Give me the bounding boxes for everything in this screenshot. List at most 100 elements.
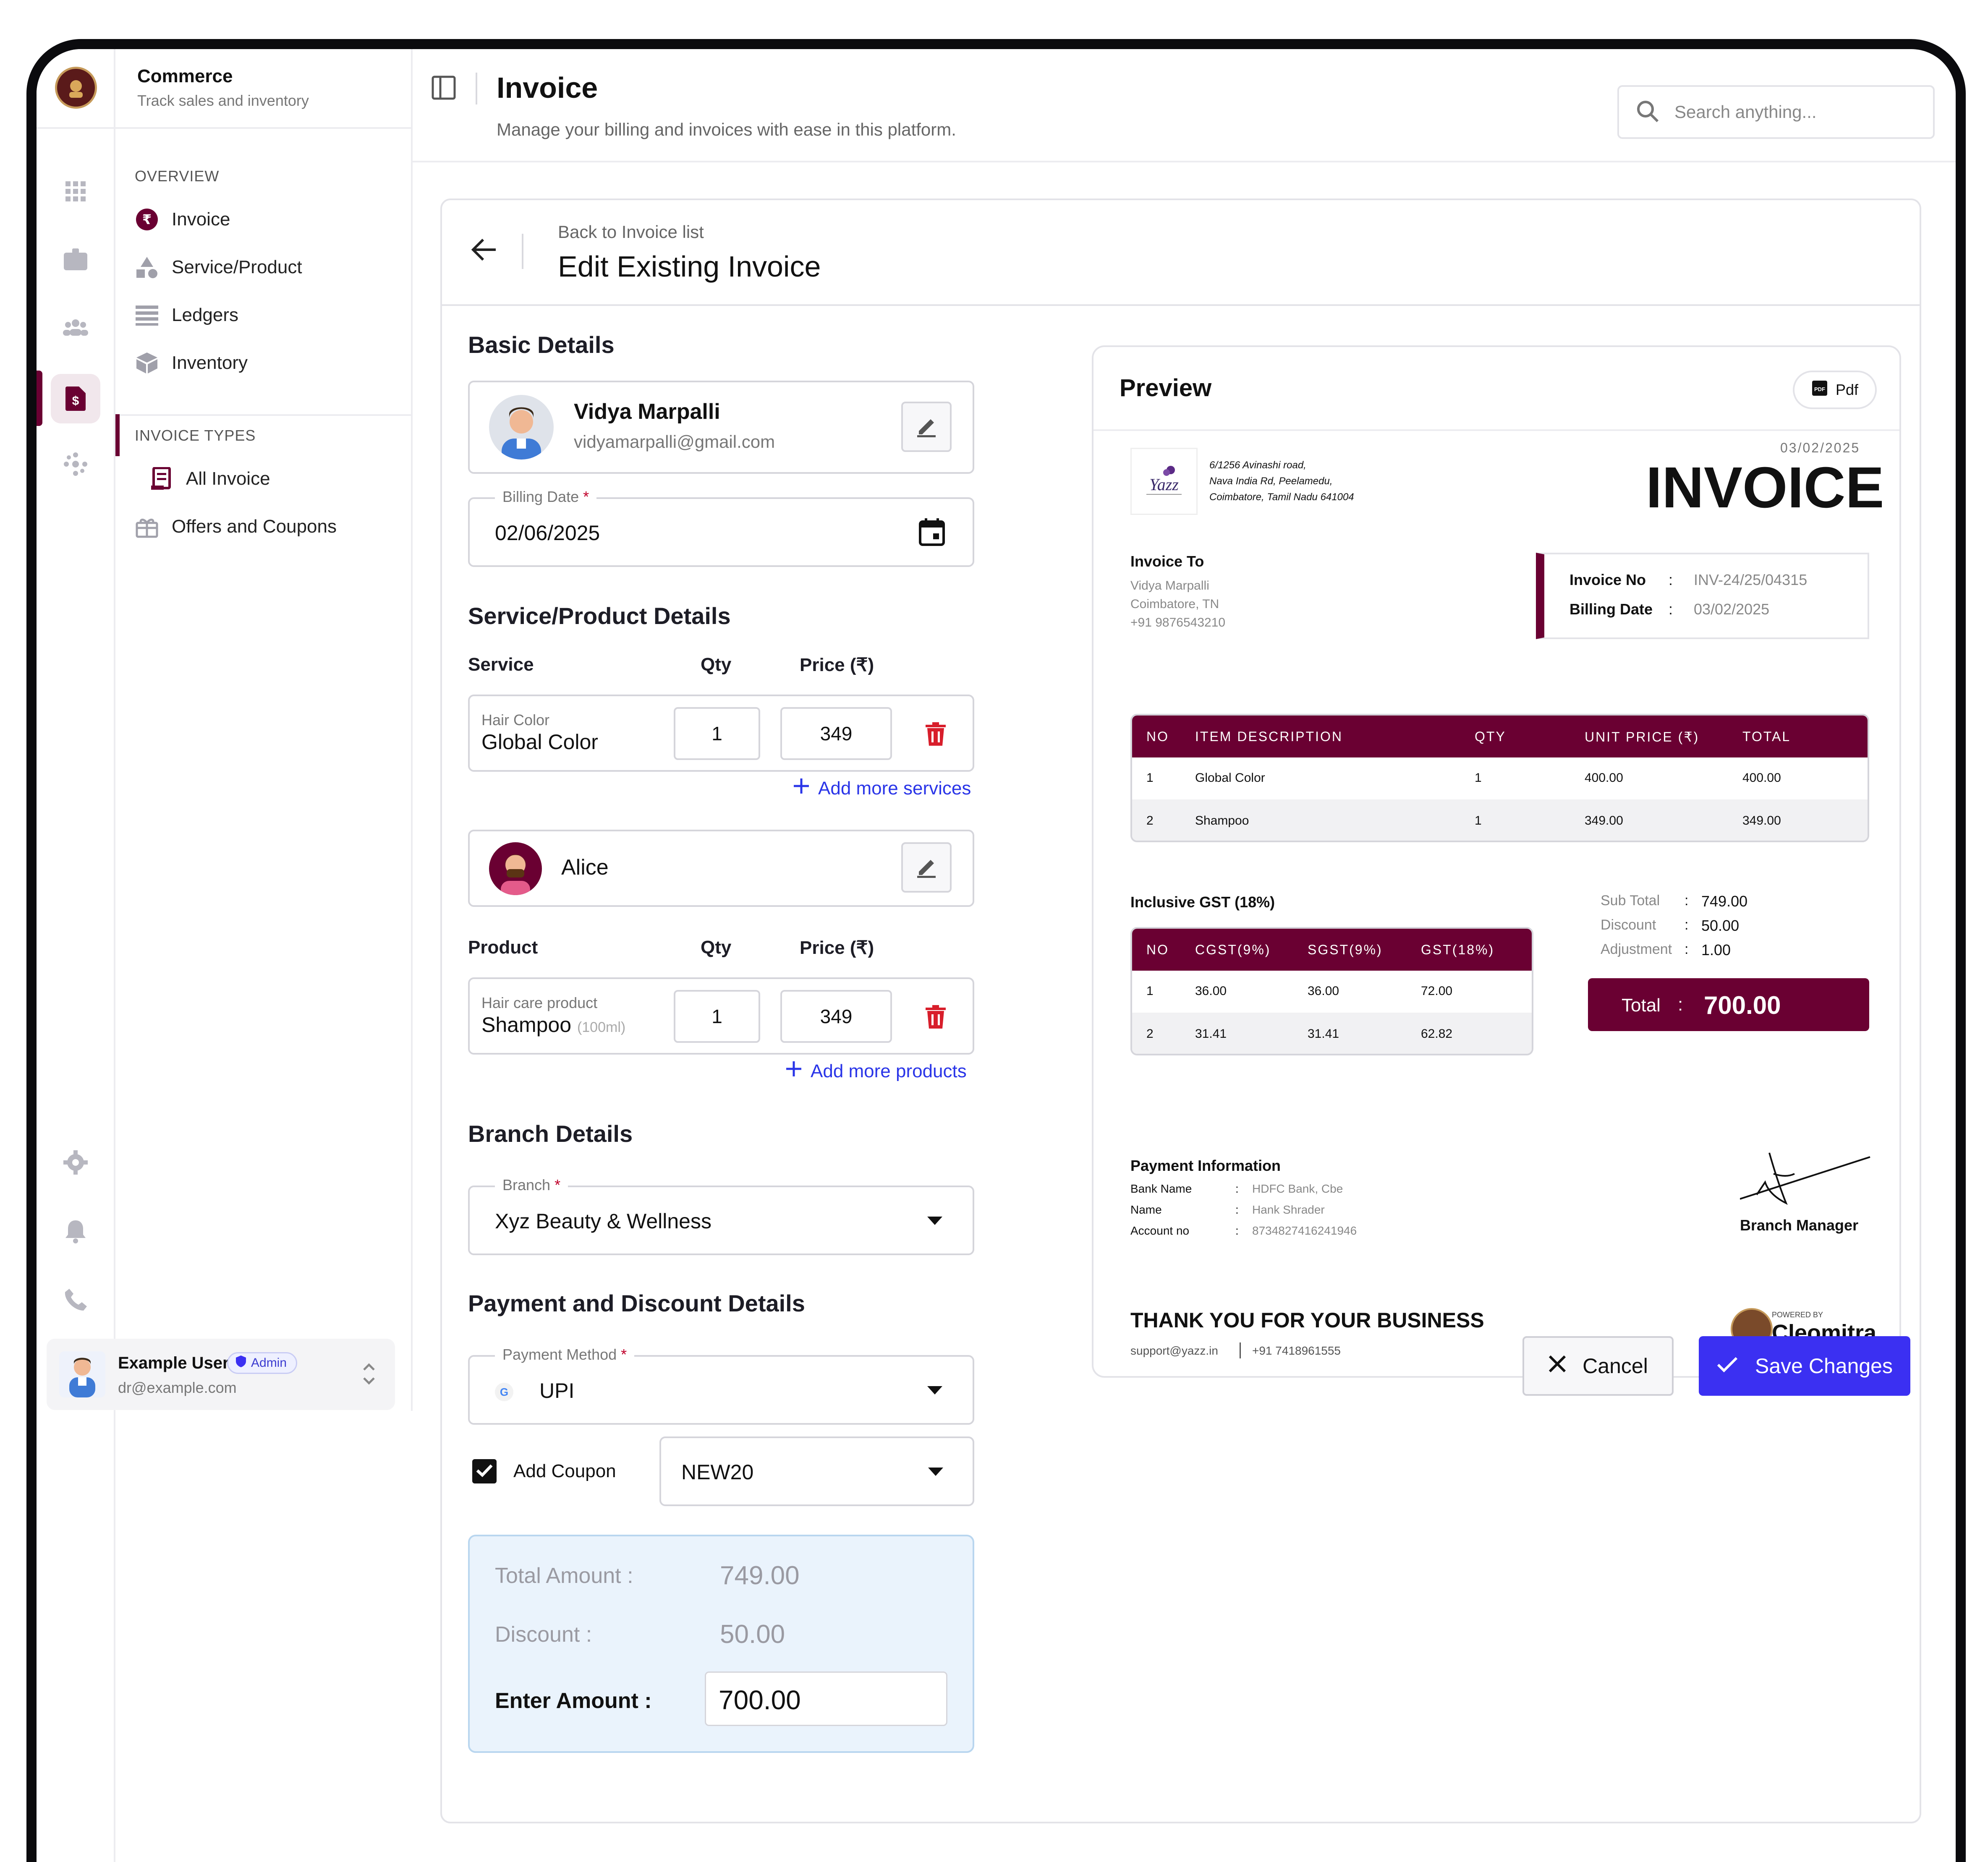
thank-you-text: THANK YOU FOR YOUR BUSINESS	[1130, 1308, 1484, 1332]
phone-icon[interactable]	[62, 1285, 89, 1313]
add-more-products-link[interactable]: Add more products	[785, 1060, 967, 1082]
product-price-input[interactable]: 349	[780, 990, 892, 1043]
service-col-header: Service	[468, 654, 534, 675]
delete-service-icon[interactable]	[923, 721, 948, 747]
gst-table: NO CGST(9%) SGST(9%) GST(18%) 1 36.00 36…	[1130, 927, 1533, 1055]
product-col-header: Product	[468, 937, 538, 958]
total-banner: Total : 700.00	[1588, 978, 1869, 1031]
customer-email: vidyamarpalli@gmail.com	[574, 432, 775, 452]
service-qty-input[interactable]: 1	[674, 707, 760, 760]
search-box[interactable]	[1617, 85, 1935, 139]
table-row: 1 Global Color 1 400.00 400.00	[1146, 771, 1781, 785]
payment-method-select[interactable]: Payment Method * G UPI	[468, 1346, 974, 1425]
edit-invoice-card: Back to Invoice list Edit Existing Invoi…	[440, 198, 1921, 1823]
company-address-line-3: Coimbatore, Tamil Nadu 641004	[1209, 491, 1354, 503]
app-shell: $ Commerce Track sales and inventory OVE…	[37, 49, 1956, 1862]
rupee-icon: ₹	[135, 207, 159, 232]
branch-details-heading: Branch Details	[468, 1120, 633, 1147]
product-qty-input[interactable]: 1	[674, 990, 760, 1043]
customer-avatar	[489, 395, 554, 460]
plus-icon	[785, 1060, 802, 1082]
types-active-indicator	[115, 414, 120, 456]
svg-text:₹: ₹	[142, 212, 152, 227]
add-more-services-link[interactable]: Add more services	[793, 778, 971, 799]
briefcase-icon[interactable]	[62, 245, 89, 273]
pdf-icon: PDF	[1811, 380, 1828, 400]
sidebar-item-label: Service/Product	[172, 257, 302, 277]
payment-method-value: UPI	[539, 1379, 575, 1402]
top-header: Invoice Manage your billing and invoices…	[413, 49, 1956, 162]
dashboard-icon[interactable]	[62, 178, 89, 205]
invoice-to-label: Invoice To	[1130, 553, 1204, 570]
invoice-types-label: INVOICE TYPES	[135, 427, 256, 444]
box-icon	[135, 351, 159, 375]
role-label: Admin	[251, 1356, 287, 1370]
coupon-select[interactable]: NEW20	[659, 1436, 974, 1506]
back-link[interactable]: Back to Invoice list	[558, 222, 704, 242]
table-row: 2 31.41 31.41 62.82	[1132, 1013, 1532, 1054]
add-coupon-checkbox[interactable]	[472, 1459, 497, 1483]
delete-product-icon[interactable]	[923, 1004, 948, 1029]
basic-details-heading: Basic Details	[468, 332, 615, 358]
network-icon[interactable]	[62, 450, 89, 478]
billing-date-value: 02/06/2025	[495, 521, 600, 545]
customer-card: Vidya Marpalli vidyamarpalli@gmail.com	[468, 381, 974, 474]
table-row: 1 36.00 36.00 72.00	[1146, 984, 1453, 998]
invoice-to-phone: +91 9876543210	[1130, 616, 1226, 629]
search-input[interactable]	[1674, 102, 1909, 123]
branch-select[interactable]: Branch * Xyz Beauty & Wellness	[468, 1176, 974, 1255]
total-amount-label: Total Amount :	[495, 1564, 633, 1588]
product-price-col-header: Price (₹)	[800, 938, 874, 958]
total-value: 700.00	[1704, 991, 1781, 1019]
chevron-updown-icon[interactable]	[361, 1357, 377, 1393]
service-price-input[interactable]: 349	[780, 707, 892, 760]
shapes-icon	[135, 255, 159, 279]
sidebar-item-service-product[interactable]: Service/Product	[135, 251, 302, 284]
payment-info-title: Payment Information	[1130, 1157, 1281, 1174]
staff-name: Alice	[561, 855, 609, 880]
qty-col-header: Qty	[701, 654, 732, 675]
product-size: (100ml)	[577, 1019, 626, 1035]
sidebar-item-inventory[interactable]: Inventory	[135, 346, 248, 380]
edit-customer-button[interactable]	[901, 402, 952, 452]
billing-date-value: 03/02/2025	[1694, 601, 1770, 618]
billing-date-field[interactable]: Billing Date * 02/06/2025	[468, 488, 974, 567]
sidebar-toggle-icon[interactable]	[431, 75, 456, 102]
edit-staff-button[interactable]	[901, 842, 952, 893]
caret-down-icon	[927, 1217, 942, 1227]
search-icon	[1636, 99, 1659, 125]
branch-label: Branch *	[495, 1176, 568, 1194]
gst-table-header: NO CGST(9%) SGST(9%) GST(18%)	[1132, 929, 1532, 971]
powered-by-label: POWERED BY	[1772, 1311, 1823, 1319]
support-email: support@yazz.in	[1130, 1344, 1218, 1357]
save-changes-button[interactable]: Save Changes	[1699, 1336, 1910, 1396]
settings-icon[interactable]	[62, 1149, 89, 1176]
sidebar-item-all-invoice[interactable]: All Invoice	[149, 462, 270, 496]
app-subtitle: Track sales and inventory	[137, 92, 309, 109]
bell-icon[interactable]	[62, 1217, 89, 1245]
user-profile-card[interactable]: Example User Admin dr@example.com	[47, 1339, 395, 1410]
enter-amount-label: Enter Amount :	[495, 1689, 652, 1713]
caret-down-icon	[928, 1468, 943, 1478]
cancel-button[interactable]: Cancel	[1522, 1336, 1674, 1396]
users-icon[interactable]	[62, 313, 89, 341]
preview-title: Preview	[1120, 374, 1212, 402]
sidebar-item-offers-coupons[interactable]: Offers and Coupons	[135, 510, 337, 543]
app-title: Commerce	[137, 66, 233, 86]
pdf-button[interactable]: PDF Pdf	[1793, 371, 1877, 409]
caret-down-icon	[927, 1386, 942, 1397]
plus-icon	[793, 778, 810, 799]
svg-text:PDF: PDF	[1814, 386, 1825, 392]
gift-icon	[135, 514, 159, 539]
yazz-logo: Yazz	[1130, 448, 1198, 515]
items-table: NO ITEM DESCRIPTION QTY UNIT PRICE (₹) T…	[1130, 714, 1869, 842]
edit-invoice-title: Edit Existing Invoice	[558, 250, 821, 283]
sidebar-item-ledgers[interactable]: Ledgers	[135, 298, 238, 332]
sidebar-item-invoice[interactable]: ₹ Invoice	[135, 203, 230, 236]
icon-rail: $	[37, 49, 115, 1862]
back-arrow-icon[interactable]	[471, 238, 497, 264]
calendar-icon[interactable]	[919, 518, 945, 548]
invoice-dollar-icon[interactable]: $	[62, 385, 89, 413]
page-subtitle: Manage your billing and invoices with ea…	[497, 120, 956, 139]
enter-amount-input[interactable]: 700.00	[705, 1671, 947, 1726]
